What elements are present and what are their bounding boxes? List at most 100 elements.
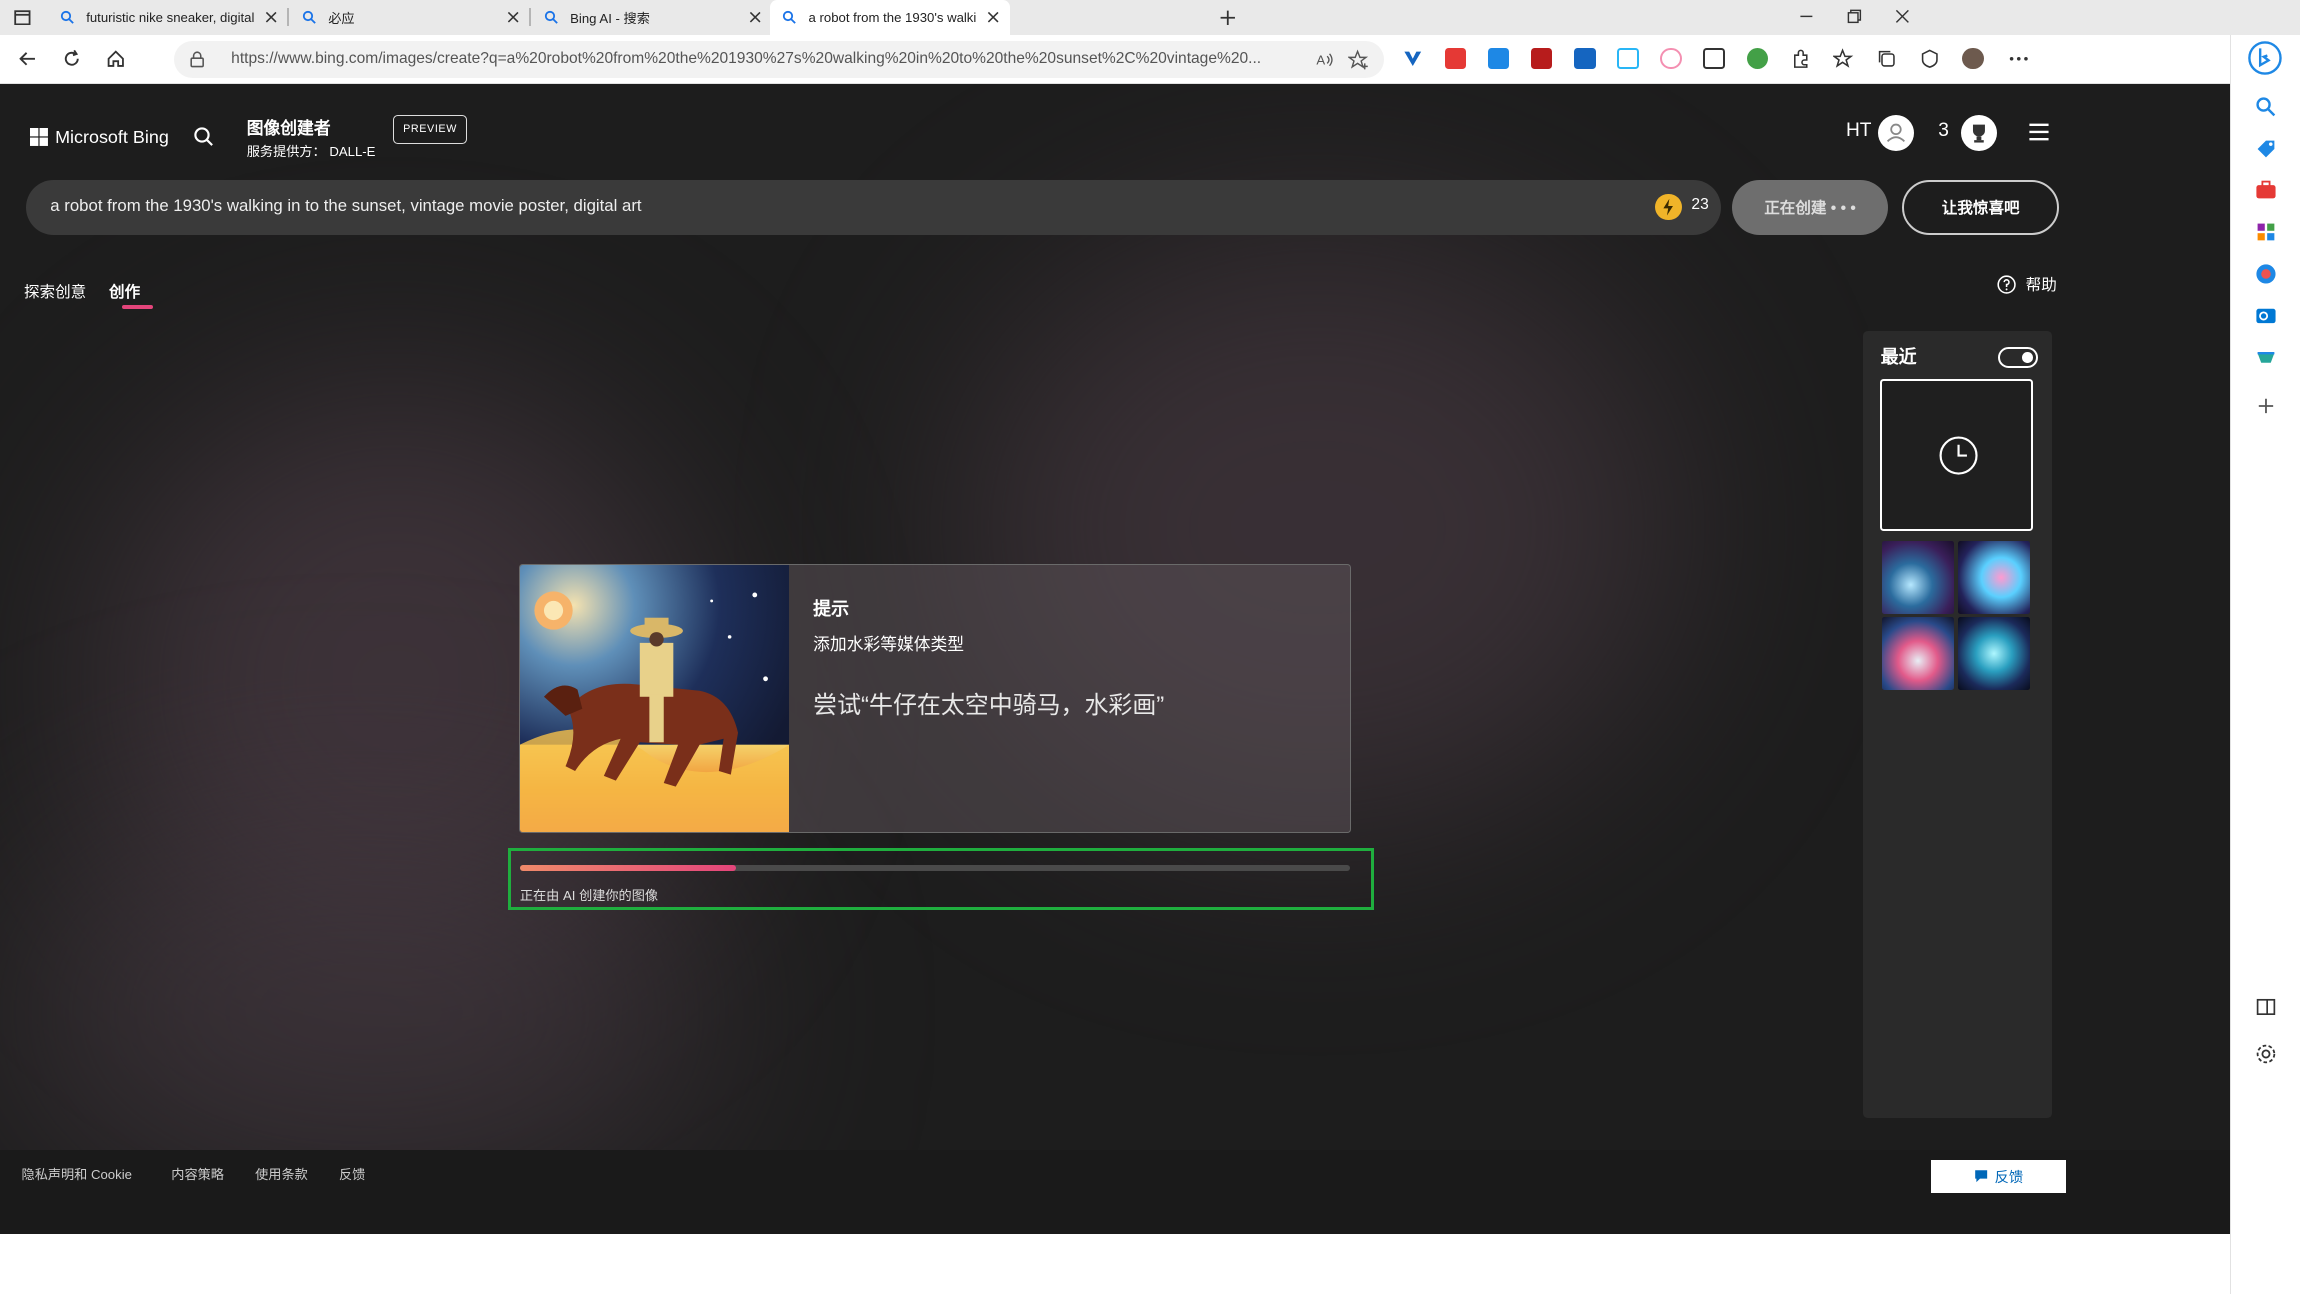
new-tab-icon[interactable] <box>1217 7 1239 29</box>
sneaker-thumbnail[interactable] <box>1957 617 2031 690</box>
tab-explore[interactable]: 探索创意 <box>24 280 86 302</box>
search-icon[interactable] <box>2254 95 2278 119</box>
extension-dark-icon[interactable] <box>1703 47 1725 70</box>
address-toolbar: https://www.bing.com/images/create?q=a%2… <box>0 34 2300 84</box>
windows-logo-icon <box>29 128 48 147</box>
footer: 隐私声明和 Cookie 内容策略 使用条款 反馈 反馈 <box>0 1149 2231 1234</box>
help-icon <box>1997 274 2016 294</box>
minimize-icon[interactable] <box>1798 8 1815 25</box>
prompt-input[interactable]: a robot from the 1930's walking in to th… <box>26 179 1722 235</box>
sneaker-thumbnail[interactable] <box>1957 541 2031 614</box>
browser-essentials-icon[interactable] <box>1919 48 1941 70</box>
address-bar[interactable]: https://www.bing.com/images/create?q=a%2… <box>173 40 1384 78</box>
sneaker-thumbnail[interactable] <box>1881 617 1955 690</box>
tab-sneaker[interactable]: futuristic nike sneaker, digital art <box>48 0 288 35</box>
clock-icon <box>1939 436 1978 476</box>
add-favorite-icon[interactable] <box>1347 49 1370 71</box>
close-icon[interactable] <box>748 10 762 24</box>
progress-label: 正在由 AI 创建你的图像 <box>519 888 659 904</box>
feedback-button[interactable]: 反馈 <box>1931 1159 2067 1194</box>
add-icon[interactable] <box>2254 394 2278 418</box>
cowboy-watercolor-image <box>519 565 790 832</box>
shopping-tag-icon[interactable] <box>2254 137 2278 161</box>
tab-divider <box>287 8 289 27</box>
refresh-icon[interactable] <box>61 48 83 70</box>
create-button[interactable]: 正在创建 • • • <box>1732 179 1888 235</box>
hint-title: 提示 <box>813 599 850 620</box>
collections-icon[interactable] <box>1876 48 1898 70</box>
feedback-button-label: 反馈 <box>1994 1169 2024 1186</box>
recent-toggle[interactable] <box>1998 347 2038 368</box>
tab-bing-ai[interactable]: Bing AI - 搜索 <box>532 0 772 35</box>
close-icon[interactable] <box>264 10 278 24</box>
edge-sidebar <box>2230 34 2300 1294</box>
progress-fill <box>519 864 736 871</box>
extension-pink-icon[interactable] <box>1660 47 1682 70</box>
bing-logo[interactable]: Microsoft Bing <box>29 126 169 148</box>
tab-title: Bing AI - 搜索 <box>570 10 650 26</box>
extension-v-icon[interactable] <box>1402 48 1424 70</box>
home-icon[interactable] <box>105 48 127 70</box>
content-policy-link[interactable]: 内容策略 <box>171 1164 224 1183</box>
sneaker-thumbnail[interactable] <box>1881 541 1955 614</box>
extension-badge-icon[interactable] <box>1530 47 1553 70</box>
split-screen-icon[interactable] <box>2254 995 2278 1019</box>
url-text[interactable]: https://www.bing.com/images/create?q=a%2… <box>231 50 1309 68</box>
lock-icon[interactable] <box>190 51 205 68</box>
close-window-icon[interactable] <box>1894 8 1911 25</box>
tab-robot[interactable]: a robot from the 1930's walking <box>770 0 1010 35</box>
office-icon[interactable] <box>2254 262 2278 286</box>
search-icon[interactable] <box>193 126 215 148</box>
feedback-link[interactable]: 反馈 <box>339 1164 365 1183</box>
preview-badge: PREVIEW <box>392 114 468 144</box>
bing-image-creator-page: Microsoft Bing 图像创建者 服务提供方： DALL-E PREVI… <box>0 83 2231 1234</box>
recent-panel: 最近 <box>1862 330 2052 1118</box>
prompt-text[interactable]: a robot from the 1930's walking in to th… <box>50 196 641 216</box>
tab-divider <box>529 8 531 27</box>
extension-red-icon[interactable] <box>1444 47 1467 70</box>
hint-subtitle: 添加水彩等媒体类型 <box>813 635 965 655</box>
terms-link[interactable]: 使用条款 <box>255 1164 308 1183</box>
restore-icon[interactable] <box>1846 8 1863 25</box>
user-initials[interactable]: HT <box>1846 120 1872 142</box>
tab-actions-icon[interactable] <box>14 9 31 26</box>
tab-create[interactable]: 创作 <box>109 280 140 302</box>
privacy-link[interactable]: 隐私声明和 Cookie <box>22 1164 132 1183</box>
bing-chat-icon[interactable] <box>2247 40 2283 76</box>
tab-bing[interactable]: 必应 <box>290 0 530 35</box>
brand-name: Microsoft Bing <box>55 126 169 147</box>
extension-tv-icon[interactable] <box>1617 47 1639 70</box>
favorites-icon[interactable] <box>1832 48 1855 70</box>
recent-in-progress[interactable] <box>1879 378 2033 531</box>
outlook-icon[interactable] <box>2254 304 2278 328</box>
tools-briefcase-icon[interactable] <box>2254 178 2278 202</box>
rewards-medal[interactable] <box>1960 114 1997 151</box>
menu-icon[interactable] <box>2027 120 2051 144</box>
extension-image-icon[interactable] <box>1487 47 1510 70</box>
close-icon[interactable] <box>506 10 520 24</box>
extension-vt-icon[interactable] <box>1574 47 1596 70</box>
boost-icon <box>1655 194 1682 221</box>
surprise-me-button[interactable]: 让我惊喜吧 <box>1902 179 2060 235</box>
more-options-icon[interactable] <box>2008 48 2030 70</box>
read-aloud-icon[interactable]: A <box>1314 49 1336 71</box>
extensions-puzzle-icon[interactable] <box>1790 48 1812 70</box>
profile-avatar[interactable] <box>1962 47 1984 70</box>
back-arrow-icon[interactable] <box>17 48 39 70</box>
user-avatar[interactable] <box>1878 114 1915 151</box>
games-icon[interactable] <box>2254 220 2278 244</box>
extension-green-icon[interactable] <box>1746 47 1769 70</box>
close-icon[interactable] <box>986 10 1000 24</box>
help-link[interactable]: 帮助 <box>1997 273 2057 295</box>
trophy-icon <box>1972 124 1985 143</box>
progress-bar <box>519 864 1351 871</box>
settings-gear-icon[interactable] <box>2254 1042 2278 1066</box>
hint-card: 提示 添加水彩等媒体类型 尝试“牛仔在太空中骑马，水彩画” <box>518 564 1352 833</box>
help-label: 帮助 <box>2025 277 2057 295</box>
svg-text:A: A <box>1317 53 1326 68</box>
tab-title: 必应 <box>328 10 355 26</box>
recent-thumbnails[interactable] <box>1881 541 2031 690</box>
rewards-count[interactable]: 3 <box>1938 120 1949 142</box>
drop-icon[interactable] <box>2254 346 2278 370</box>
search-icon <box>783 11 797 24</box>
